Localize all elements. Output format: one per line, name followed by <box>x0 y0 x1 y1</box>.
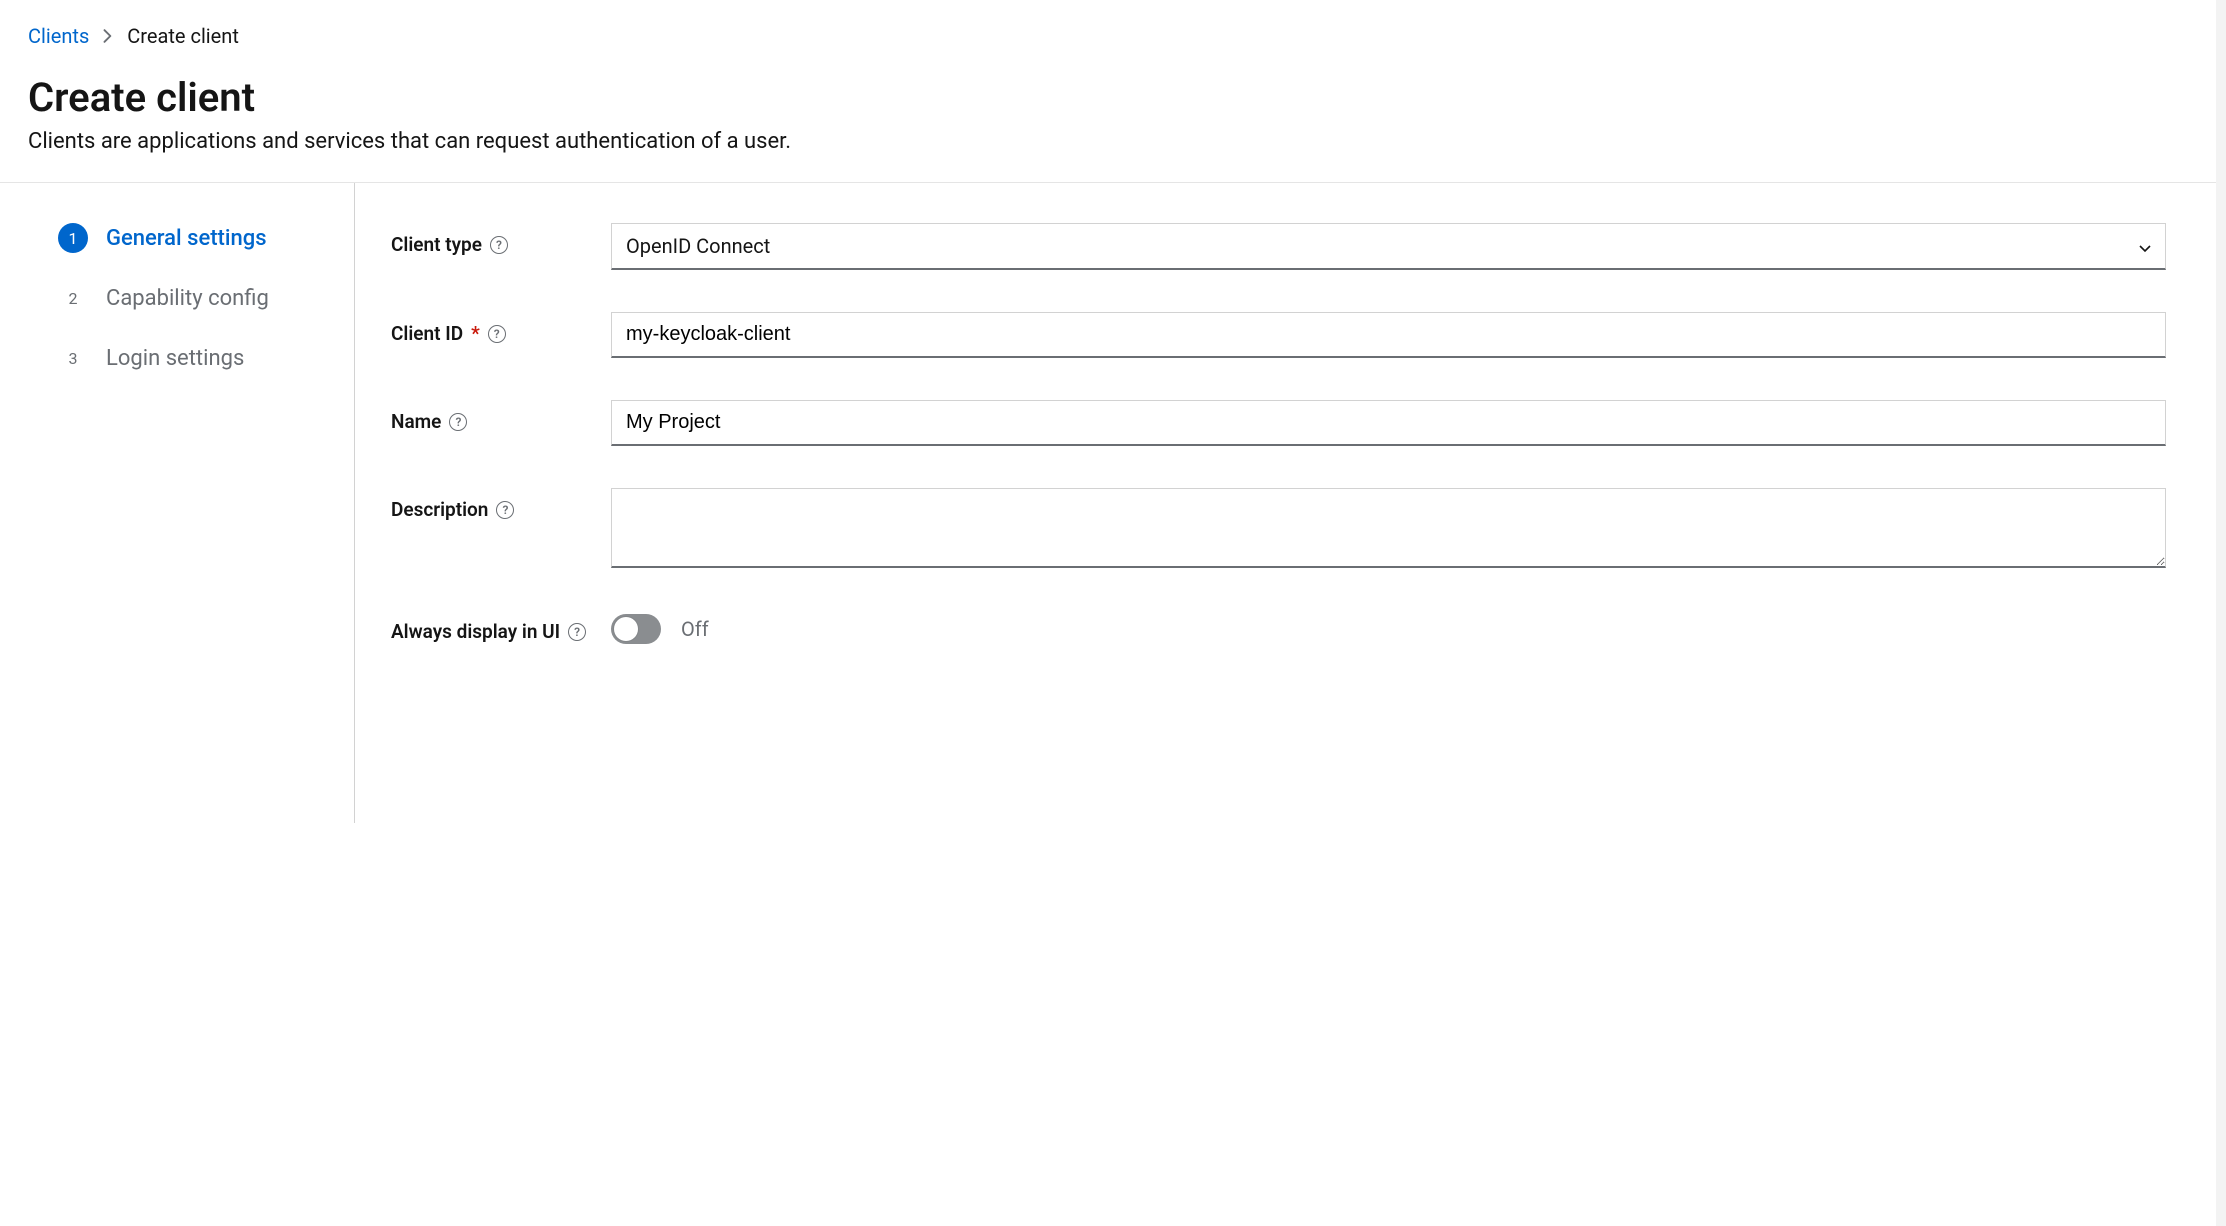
field-row-description: Description ? <box>391 488 2166 568</box>
help-icon[interactable]: ? <box>568 623 586 641</box>
label-client-type: Client type ? <box>391 223 611 256</box>
label-text: Client type <box>391 233 482 256</box>
field-row-client-id: Client ID * ? <box>391 312 2166 358</box>
client-type-select[interactable]: OpenID Connect <box>611 223 2166 270</box>
wizard-step-number: 3 <box>58 343 88 373</box>
toggle-knob <box>614 617 638 641</box>
field-row-name: Name ? <box>391 400 2166 446</box>
wizard-step-capability-config[interactable]: 2 Capability config <box>58 283 326 313</box>
wizard-step-label: General settings <box>106 226 267 251</box>
label-description: Description ? <box>391 488 611 521</box>
toggle-state-label: Off <box>681 617 709 641</box>
label-text: Name <box>391 410 441 433</box>
wizard-step-label: Login settings <box>106 346 244 371</box>
wizard-form: Client type ? OpenID Connect Client ID *… <box>355 183 2226 823</box>
label-always-display: Always display in UI ? <box>391 610 611 643</box>
label-text: Client ID <box>391 322 463 345</box>
client-id-input[interactable] <box>611 312 2166 358</box>
label-text: Always display in UI <box>391 620 560 643</box>
page-title: Create client <box>28 74 2198 121</box>
required-asterisk: * <box>471 322 480 345</box>
label-text: Description <box>391 498 488 521</box>
breadcrumb: Clients Create client <box>28 24 2198 48</box>
help-icon[interactable]: ? <box>488 325 506 343</box>
wizard-step-label: Capability config <box>106 286 269 311</box>
label-client-id: Client ID * ? <box>391 312 611 345</box>
breadcrumb-parent-link[interactable]: Clients <box>28 24 89 48</box>
caret-down-icon <box>2139 234 2151 258</box>
field-row-always-display: Always display in UI ? Off <box>391 610 2166 644</box>
help-icon[interactable]: ? <box>496 501 514 519</box>
page-description: Clients are applications and services th… <box>28 129 2198 154</box>
wizard-step-number: 2 <box>58 283 88 313</box>
wizard-step-general-settings[interactable]: 1 General settings <box>58 223 326 253</box>
always-display-toggle[interactable] <box>611 614 661 644</box>
wizard-steps: 1 General settings 2 Capability config 3… <box>0 183 355 823</box>
label-name: Name ? <box>391 400 611 433</box>
breadcrumb-current: Create client <box>127 24 239 48</box>
chevron-right-icon <box>103 29 113 43</box>
description-textarea[interactable] <box>611 488 2166 568</box>
wizard-step-number: 1 <box>58 223 88 253</box>
help-icon[interactable]: ? <box>490 236 508 254</box>
name-input[interactable] <box>611 400 2166 446</box>
wizard-container: 1 General settings 2 Capability config 3… <box>0 183 2226 823</box>
select-value: OpenID Connect <box>626 234 770 258</box>
field-row-client-type: Client type ? OpenID Connect <box>391 223 2166 270</box>
switch-wrap: Off <box>611 610 2166 644</box>
page-header: Clients Create client Create client Clie… <box>0 0 2226 183</box>
scrollbar[interactable] <box>2216 0 2226 1226</box>
help-icon[interactable]: ? <box>449 413 467 431</box>
wizard-step-login-settings[interactable]: 3 Login settings <box>58 343 326 373</box>
